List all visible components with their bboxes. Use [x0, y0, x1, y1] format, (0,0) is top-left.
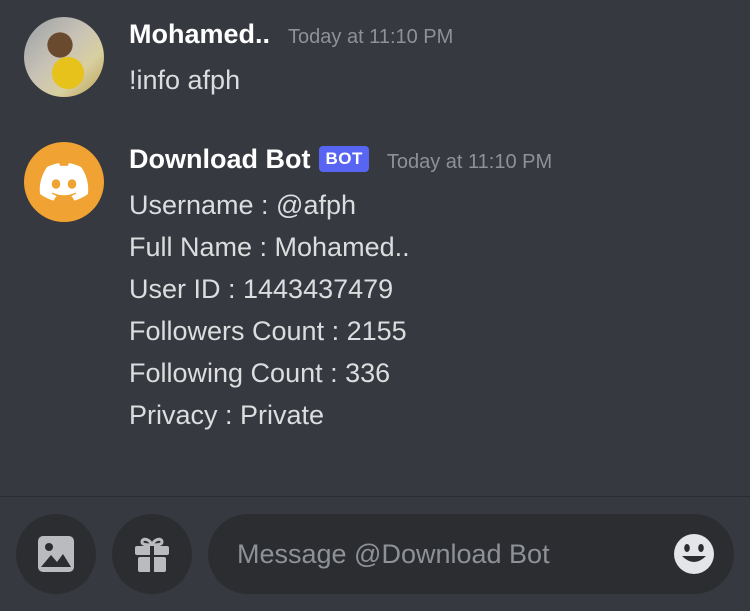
gift-button[interactable]	[112, 514, 192, 594]
message-text: !info afph	[129, 65, 241, 95]
message-list: Mohamed.. Today at 11:10 PM !info afph D…	[0, 0, 750, 496]
message-text-line: Full Name : Mohamed..	[129, 232, 410, 262]
attach-image-button[interactable]	[16, 514, 96, 594]
message-timestamp: Today at 11:10 PM	[288, 26, 454, 48]
message-composer: Message @Download Bot	[0, 497, 750, 611]
message-text-line: User ID : 1443437479	[129, 274, 394, 304]
bot-avatar[interactable]	[24, 142, 104, 222]
message-timestamp: Today at 11:10 PM	[386, 151, 553, 173]
user-avatar[interactable]	[24, 17, 104, 97]
message-text-line: Following Count : 336	[129, 358, 391, 388]
author-name[interactable]: Download Bot	[129, 144, 310, 175]
message-content: Mohamed.. Today at 11:10 PM !info afph	[129, 19, 453, 101]
author-name[interactable]: Mohamed..	[129, 19, 270, 50]
message-text-line: Followers Count : 2155	[129, 316, 407, 346]
emoji-button[interactable]	[672, 532, 716, 576]
image-icon	[38, 536, 74, 572]
emoji-icon	[674, 534, 714, 574]
discord-logo-icon	[39, 163, 89, 201]
message-input-placeholder: Message @Download Bot	[237, 538, 550, 569]
bot-badge: BOT	[319, 146, 369, 172]
message-header: Mohamed.. Today at 11:10 PM	[129, 19, 453, 59]
message-input[interactable]: Message @Download Bot	[208, 514, 734, 594]
message-header: Download Bot BOT Today at 11:10 PM	[129, 144, 552, 184]
message-text-line: Username : @afph	[129, 190, 357, 220]
gift-icon	[135, 537, 169, 572]
message-text-line: Privacy : Private	[129, 400, 325, 430]
message-content: Download Bot BOT Today at 11:10 PM Usern…	[129, 144, 552, 436]
